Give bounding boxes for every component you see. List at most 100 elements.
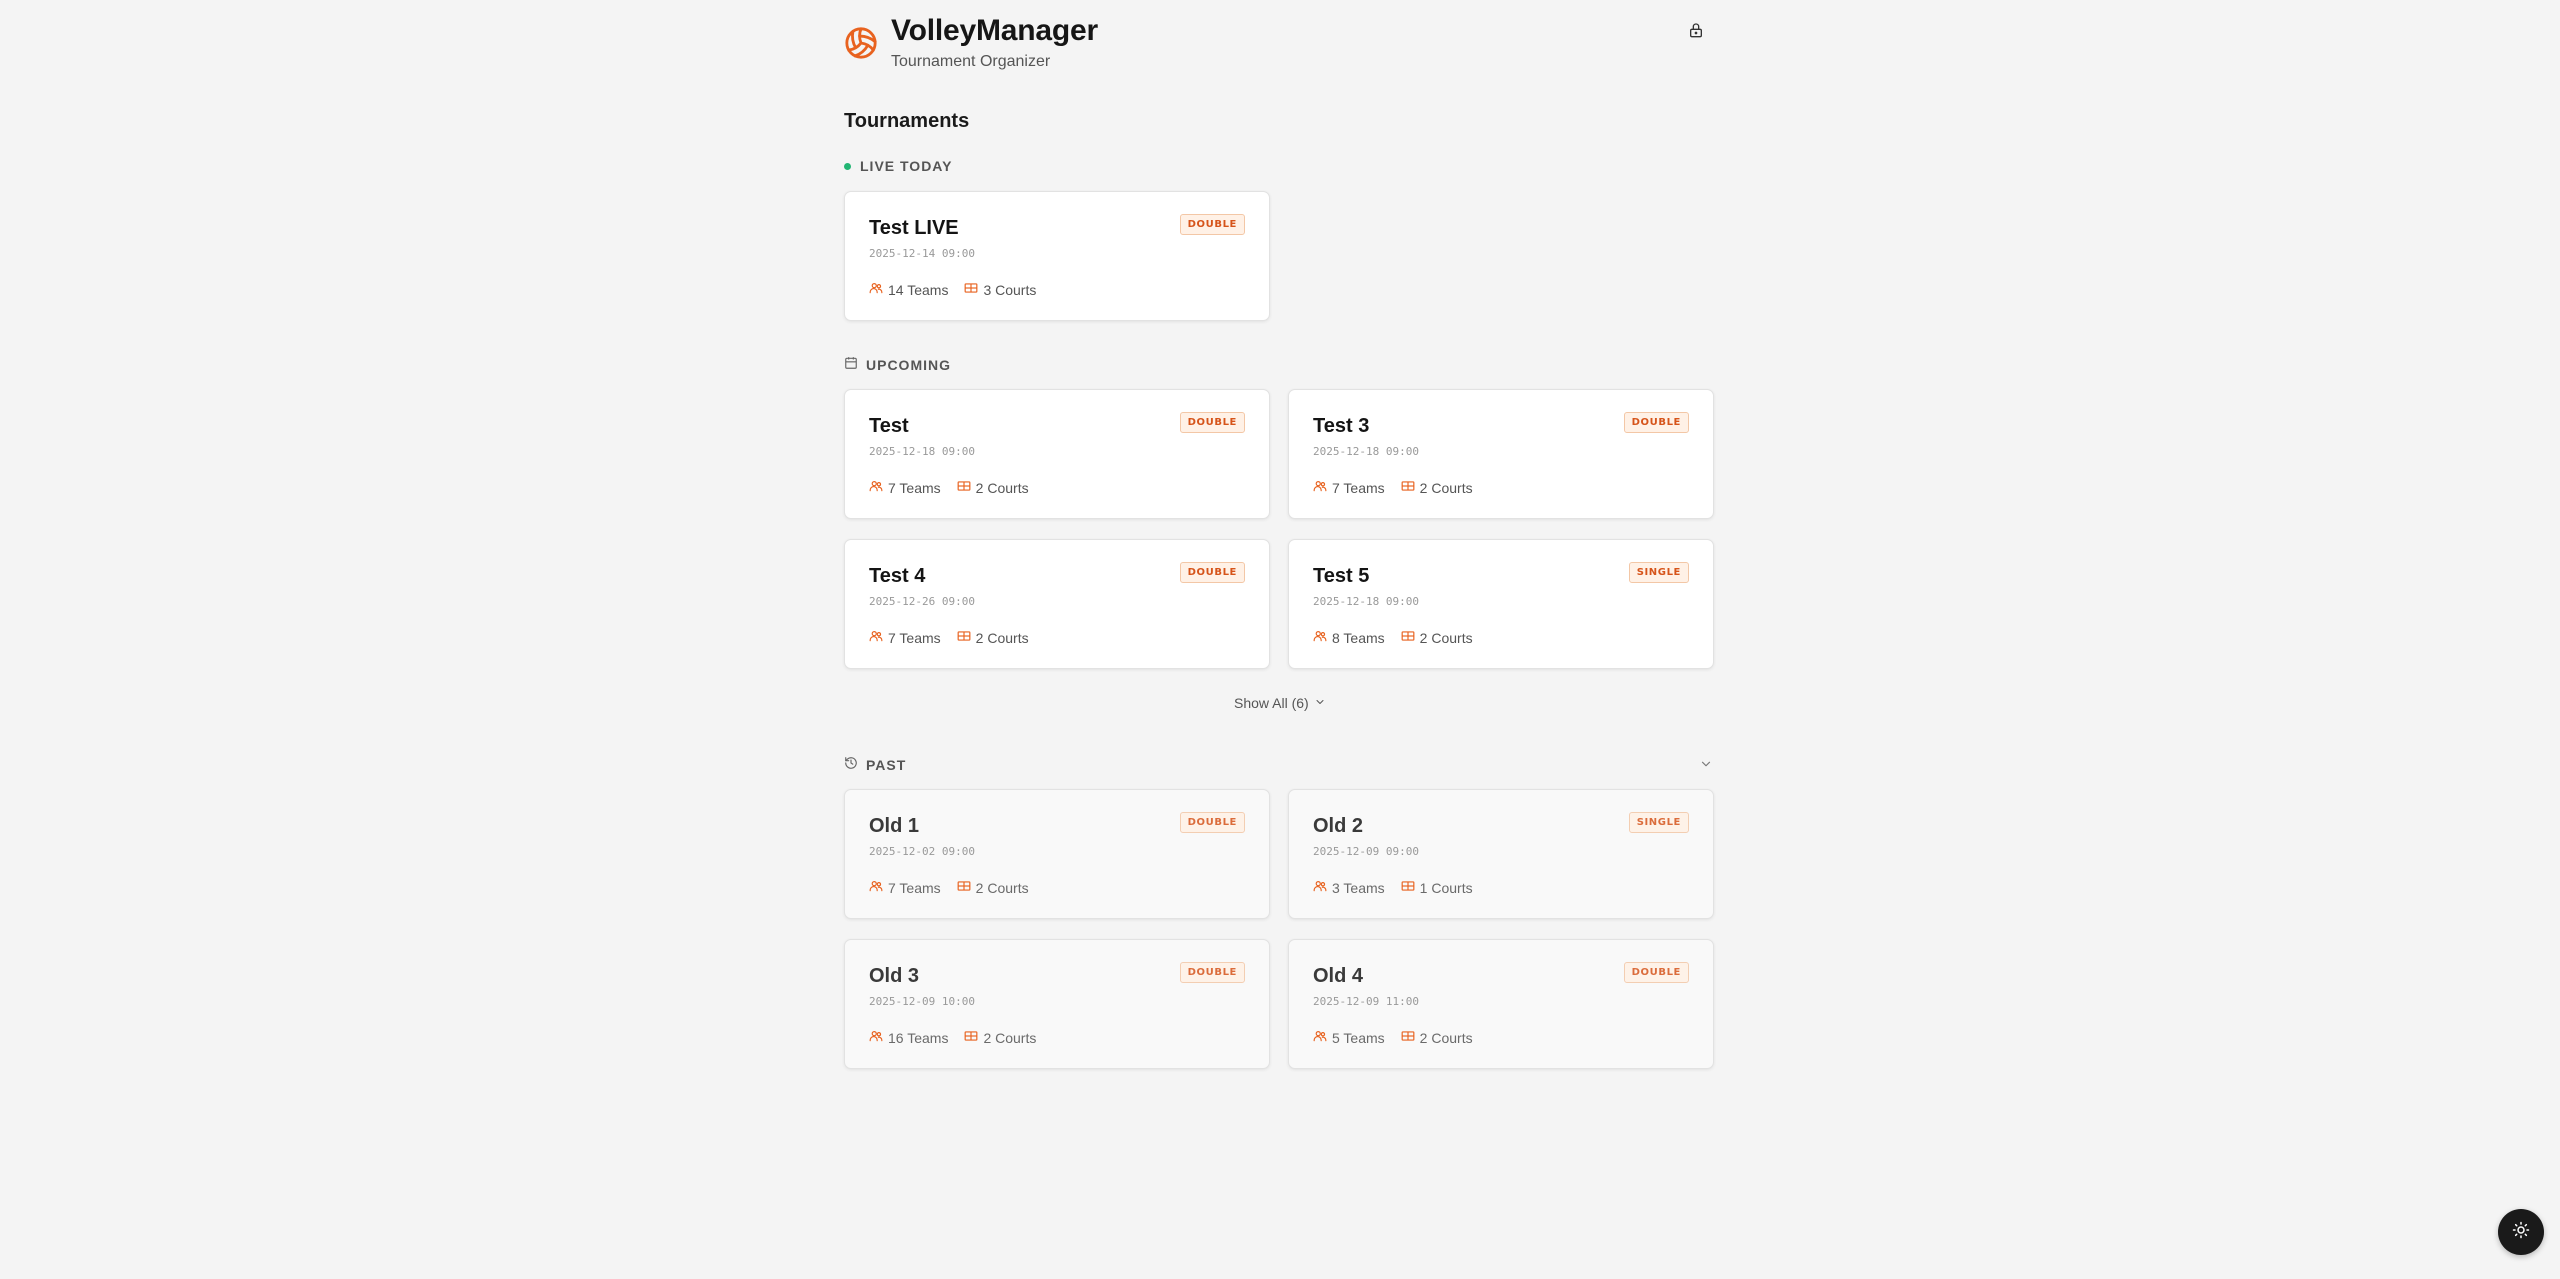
users-icon	[1313, 879, 1327, 896]
tournament-card[interactable]: Old 1 2025-12-02 09:00 DOUBLE 7 Teams 2 …	[844, 789, 1270, 919]
live-indicator-dot	[844, 162, 851, 170]
tournament-card[interactable]: Test 5 2025-12-18 09:00 SINGLE 8 Teams 2…	[1288, 539, 1714, 669]
teams-count: 3 Teams	[1313, 879, 1385, 896]
mode-badge: DOUBLE	[1179, 562, 1245, 583]
tournament-meta: 5 Teams 2 Courts	[1313, 1029, 1473, 1046]
courts-count: 1 Courts	[1401, 879, 1473, 896]
tournament-card[interactable]: Test 2025-12-18 09:00 DOUBLE 7 Teams 2 C…	[844, 389, 1270, 519]
lock-icon	[1688, 22, 1704, 43]
tournament-name: Test 3	[1313, 415, 1370, 437]
chevron-down-icon	[1699, 758, 1713, 775]
tournament-date: 2025-12-14 09:00	[869, 247, 975, 260]
tournament-card[interactable]: Old 3 2025-12-09 10:00 DOUBLE 16 Teams 2…	[844, 939, 1270, 1069]
show-all-upcoming-button[interactable]: Show All (6)	[1234, 695, 1326, 711]
teams-label: 8 Teams	[1332, 629, 1385, 646]
history-icon	[844, 756, 858, 773]
tournament-meta: 3 Teams 1 Courts	[1313, 879, 1473, 896]
teams-label: 5 Teams	[1332, 1029, 1385, 1046]
tournament-name: Old 4	[1313, 965, 1364, 987]
courts-count: 3 Courts	[964, 281, 1036, 298]
tournament-meta: 8 Teams 2 Courts	[1313, 629, 1473, 646]
courts-count: 2 Courts	[957, 879, 1029, 896]
tournament-meta: 14 Teams 3 Courts	[869, 281, 1036, 298]
court-icon	[1401, 629, 1415, 646]
tournament-date: 2025-12-09 11:00	[1313, 995, 1419, 1008]
users-icon	[1313, 479, 1327, 496]
courts-label: 1 Courts	[1419, 879, 1473, 896]
collapse-past-button[interactable]	[1699, 757, 1715, 773]
tournament-meta: 7 Teams 2 Courts	[1313, 479, 1473, 496]
admin-login-button[interactable]	[1684, 20, 1708, 44]
section-upcoming: UPCOMING	[844, 356, 951, 373]
tournament-date: 2025-12-09 10:00	[869, 995, 975, 1008]
mode-badge: DOUBLE	[1179, 962, 1245, 983]
users-icon	[869, 879, 883, 896]
tournament-card[interactable]: Test LIVE 2025-12-14 09:00 DOUBLE 14 Tea…	[844, 191, 1270, 321]
teams-label: 7 Teams	[888, 879, 941, 896]
page-title: Tournaments	[844, 110, 970, 132]
court-icon	[957, 879, 971, 896]
users-icon	[869, 629, 883, 646]
users-icon	[869, 479, 883, 496]
courts-count: 2 Courts	[957, 629, 1029, 646]
courts-label: 2 Courts	[1419, 1029, 1473, 1046]
tournament-date: 2025-12-09 09:00	[1313, 845, 1419, 858]
section-label: PAST	[866, 756, 907, 773]
sun-icon	[2512, 1221, 2530, 1244]
teams-count: 8 Teams	[1313, 629, 1385, 646]
tournament-card[interactable]: Old 2 2025-12-09 09:00 SINGLE 3 Teams 1 …	[1288, 789, 1714, 919]
teams-count: 7 Teams	[869, 629, 941, 646]
tournament-card[interactable]: Old 4 2025-12-09 11:00 DOUBLE 5 Teams 2 …	[1288, 939, 1714, 1069]
court-icon	[964, 1029, 978, 1046]
teams-count: 5 Teams	[1313, 1029, 1385, 1046]
court-icon	[1401, 479, 1415, 496]
section-label: LIVE TODAY	[860, 158, 953, 174]
tournament-name: Old 2	[1313, 815, 1364, 837]
courts-label: 2 Courts	[975, 479, 1029, 496]
courts-count: 2 Courts	[1401, 1029, 1473, 1046]
theme-toggle-button[interactable]	[2498, 1209, 2544, 1255]
app-container: VolleyManager Tournament Organizer Tourn…	[844, 0, 1716, 1069]
tournament-name: Test 4	[869, 565, 926, 587]
app-subtitle: Tournament Organizer	[891, 53, 1051, 70]
users-icon	[869, 281, 883, 298]
tournament-card[interactable]: Test 4 2025-12-26 09:00 DOUBLE 7 Teams 2…	[844, 539, 1270, 669]
tournament-meta: 7 Teams 2 Courts	[869, 479, 1029, 496]
teams-label: 7 Teams	[888, 629, 941, 646]
users-icon	[1313, 1029, 1327, 1046]
tournament-meta: 16 Teams 2 Courts	[869, 1029, 1036, 1046]
tournament-name: Test 5	[1313, 565, 1370, 587]
courts-label: 2 Courts	[1419, 479, 1473, 496]
teams-label: 7 Teams	[888, 479, 941, 496]
teams-label: 3 Teams	[1332, 879, 1385, 896]
teams-label: 16 Teams	[888, 1029, 949, 1046]
mode-badge: SINGLE	[1628, 812, 1689, 833]
section-past: PAST	[844, 756, 906, 773]
court-icon	[1401, 879, 1415, 896]
tournament-date: 2025-12-26 09:00	[869, 595, 975, 608]
users-icon	[1313, 629, 1327, 646]
volleyball-icon	[844, 26, 878, 60]
court-icon	[957, 479, 971, 496]
tournament-meta: 7 Teams 2 Courts	[869, 879, 1029, 896]
chevron-down-icon	[1314, 695, 1326, 711]
courts-label: 2 Courts	[975, 879, 1029, 896]
tournament-name: Old 1	[869, 815, 920, 837]
calendar-icon	[844, 356, 858, 373]
courts-label: 3 Courts	[983, 281, 1037, 298]
tournament-date: 2025-12-18 09:00	[869, 445, 975, 458]
courts-count: 2 Courts	[1401, 479, 1473, 496]
courts-label: 2 Courts	[975, 629, 1029, 646]
court-icon	[957, 629, 971, 646]
tournament-date: 2025-12-02 09:00	[869, 845, 975, 858]
courts-count: 2 Courts	[957, 479, 1029, 496]
courts-count: 2 Courts	[1401, 629, 1473, 646]
courts-label: 2 Courts	[1419, 629, 1473, 646]
mode-badge: DOUBLE	[1179, 812, 1245, 833]
mode-badge: SINGLE	[1628, 562, 1689, 583]
teams-count: 14 Teams	[869, 281, 948, 298]
tournament-card[interactable]: Test 3 2025-12-18 09:00 DOUBLE 7 Teams 2…	[1288, 389, 1714, 519]
section-label: UPCOMING	[866, 356, 951, 373]
teams-count: 7 Teams	[1313, 479, 1385, 496]
tournament-date: 2025-12-18 09:00	[1313, 595, 1419, 608]
